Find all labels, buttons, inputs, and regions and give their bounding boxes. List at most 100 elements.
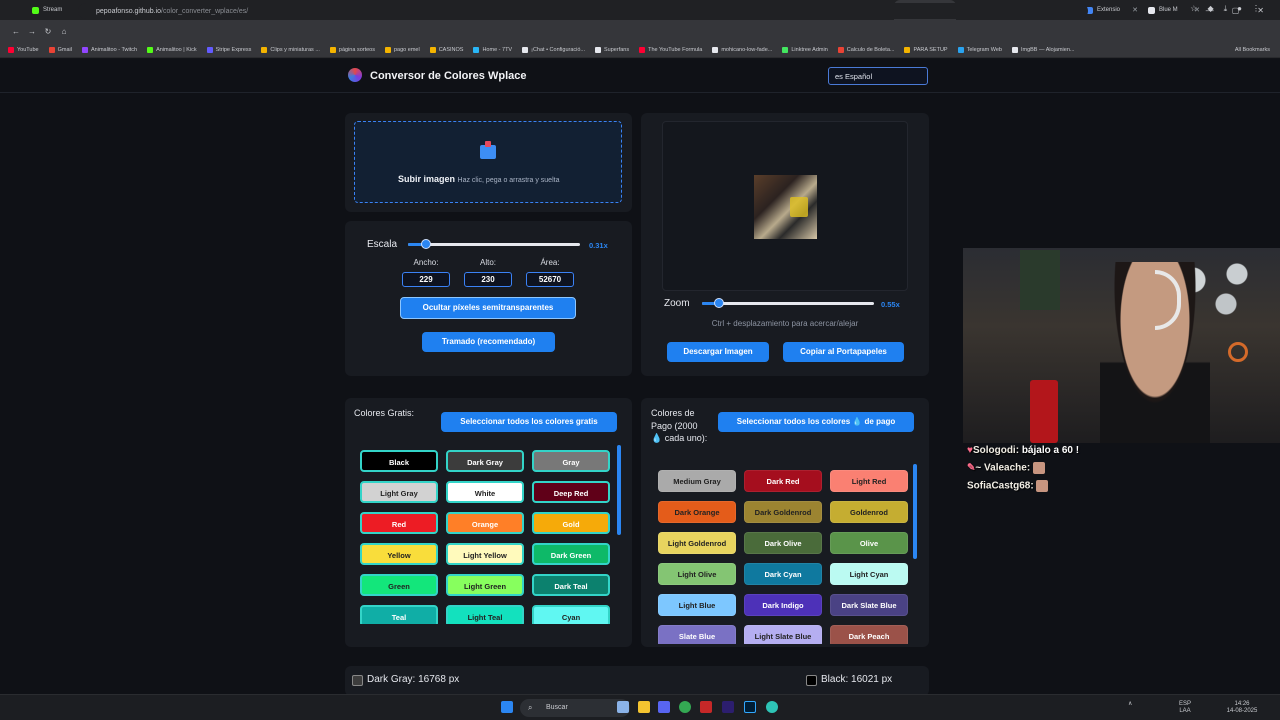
download-icon[interactable]: ⤓	[1224, 4, 1228, 14]
hide-semitransparent-button[interactable]: Ocultar píxeles semitransparentes	[400, 297, 576, 319]
bookmark-item[interactable]: Animalitoo | Kick	[147, 46, 197, 53]
start-icon[interactable]	[501, 701, 513, 713]
color-chip[interactable]: Light Olive	[658, 563, 736, 585]
bookmark-item[interactable]: Home - 7TV	[473, 46, 513, 53]
color-chip[interactable]: Medium Gray	[658, 470, 736, 492]
bookmark-item[interactable]: página sorteos	[329, 46, 375, 53]
address-bar[interactable]: pepoafonso.github.io/color_converter_wpl…	[78, 3, 1088, 19]
color-chip[interactable]: Light Slate Blue	[744, 625, 822, 644]
color-chip[interactable]: Goldenrod	[830, 501, 908, 523]
bookmark-item[interactable]: Animalitoo - Twitch	[82, 46, 137, 53]
color-chip[interactable]: Dark Olive	[744, 532, 822, 554]
upload-dropzone[interactable]	[354, 121, 622, 203]
discord-icon[interactable]	[658, 701, 670, 713]
color-chip[interactable]: Light Cyan	[830, 563, 908, 585]
color-chip[interactable]: Light Teal	[446, 605, 524, 624]
bookmark-item[interactable]: Superfans	[595, 46, 629, 53]
tray-chevron-icon[interactable]: ∧	[1128, 701, 1132, 708]
bookmark-item[interactable]: PARA SETUP	[904, 46, 948, 53]
color-chip[interactable]: Dark Red	[744, 470, 822, 492]
all-bookmarks[interactable]: All Bookmarks	[1235, 47, 1280, 53]
folder-icon[interactable]	[638, 701, 650, 713]
height-input[interactable]: 230	[464, 272, 512, 287]
app-icon[interactable]	[700, 701, 712, 713]
bookmark-item[interactable]: ¡Chat • Configuració...	[522, 46, 585, 53]
language-indicator[interactable]: ESP LAA	[1175, 701, 1195, 715]
color-chip[interactable]: Olive	[830, 532, 908, 554]
scale-slider-track[interactable]	[408, 243, 580, 246]
bookmark-item[interactable]: Gmail	[48, 46, 72, 53]
color-chip[interactable]: Black	[360, 450, 438, 472]
color-chip[interactable]: Dark Peach	[830, 625, 908, 644]
color-chip[interactable]: Dark Teal	[532, 574, 610, 596]
color-chip[interactable]: Light Gray	[360, 481, 438, 503]
home-icon[interactable]: ⌂	[56, 27, 72, 36]
color-chip[interactable]: Light Blue	[658, 594, 736, 616]
language-select[interactable]: es Español	[828, 67, 928, 85]
color-chip[interactable]: Slate Blue	[658, 625, 736, 644]
paid-colors-scrollbar[interactable]	[913, 464, 917, 559]
bookmark-item[interactable]: CASINOS	[429, 46, 463, 53]
forward-icon[interactable]: →	[24, 27, 40, 36]
menu-icon[interactable]: ⋮	[1252, 4, 1260, 14]
free-colors-scrollbar[interactable]	[617, 445, 621, 535]
color-chip[interactable]: Dark Indigo	[744, 594, 822, 616]
color-chip[interactable]: Teal	[360, 605, 438, 624]
bookmark-item[interactable]: Telegram Web	[957, 46, 1002, 53]
premiere-icon[interactable]	[722, 701, 734, 713]
color-chip[interactable]: Dark Gray	[446, 450, 524, 472]
app-icon[interactable]	[766, 701, 778, 713]
color-chip[interactable]: Dark Goldenrod	[744, 501, 822, 523]
bookmark-item[interactable]: pago emel	[385, 46, 420, 53]
stat-left-text: Dark Gray: 16768 px	[367, 674, 460, 685]
bookmark-item[interactable]: Stripe Express	[206, 46, 251, 53]
back-icon[interactable]: ←	[8, 27, 24, 36]
taskbar-search[interactable]: Buscar	[520, 699, 630, 717]
color-chip[interactable]: Cyan	[532, 605, 610, 624]
color-chip[interactable]: Deep Red	[532, 481, 610, 503]
color-chip[interactable]: Gray	[532, 450, 610, 472]
close-tab-icon[interactable]: ✕	[1132, 6, 1138, 14]
area-input[interactable]: 52670	[526, 272, 574, 287]
scale-slider-handle[interactable]	[420, 239, 431, 249]
color-chip[interactable]: Light Goldenrod	[658, 532, 736, 554]
copy-clipboard-button[interactable]: Copiar al Portapapeles	[783, 342, 904, 362]
landscape-icon[interactable]	[617, 701, 629, 713]
select-all-paid-button[interactable]: Seleccionar todos los colores 💧 de pago	[718, 412, 914, 432]
bookmark-item[interactable]: ImgBB — Alojamien...	[1011, 46, 1074, 53]
color-chip[interactable]: Dark Slate Blue	[830, 594, 908, 616]
color-chip[interactable]: Light Red	[830, 470, 908, 492]
download-image-button[interactable]: Descargar Imagen	[667, 342, 769, 362]
color-chip[interactable]: Gold	[532, 512, 610, 534]
bookmark-item[interactable]: Calculo de Boleta...	[837, 46, 894, 53]
color-chip[interactable]: Orange	[446, 512, 524, 534]
extension-icon[interactable]: ◆	[1207, 4, 1213, 14]
color-chip[interactable]: Yellow	[360, 543, 438, 565]
width-input[interactable]: 229	[402, 272, 450, 287]
color-chip[interactable]: Green	[360, 574, 438, 596]
color-chip[interactable]: Dark Cyan	[744, 563, 822, 585]
bookmark-item[interactable]: The YouTube Formula	[639, 46, 702, 53]
bookmark-item[interactable]: mohicano-low-fade...	[712, 46, 772, 53]
clock[interactable]: 14:26 14-08-2025	[1224, 701, 1260, 715]
tab-label: Stream	[43, 7, 63, 13]
color-chip[interactable]: Light Green	[446, 574, 524, 596]
browser-tab[interactable]: Extensio ✕	[1080, 0, 1142, 20]
color-chip[interactable]: Dark Green	[532, 543, 610, 565]
photoshop-icon[interactable]	[744, 701, 756, 713]
dithering-button[interactable]: Tramado (recomendado)	[422, 332, 555, 352]
bookmark-star-icon[interactable]: ☆	[1190, 4, 1197, 14]
bookmark-label: Home - 7TV	[482, 46, 513, 53]
zoom-slider-track[interactable]	[702, 302, 874, 305]
color-chip[interactable]: Dark Orange	[658, 501, 736, 523]
color-chip[interactable]: Red	[360, 512, 438, 534]
reload-icon[interactable]: ↻	[40, 27, 56, 36]
color-chip[interactable]: White	[446, 481, 524, 503]
color-chip[interactable]: Light Yellow	[446, 543, 524, 565]
bookmark-item[interactable]: YouTube	[8, 46, 39, 53]
chrome-icon[interactable]	[679, 701, 691, 713]
profile-avatar-icon[interactable]: ●	[1237, 4, 1242, 14]
bookmark-item[interactable]: Linktree Admin	[782, 46, 828, 53]
bookmark-item[interactable]: Clips y miniaturas ...	[261, 46, 320, 53]
select-all-free-button[interactable]: Seleccionar todos los colores gratis	[441, 412, 617, 432]
